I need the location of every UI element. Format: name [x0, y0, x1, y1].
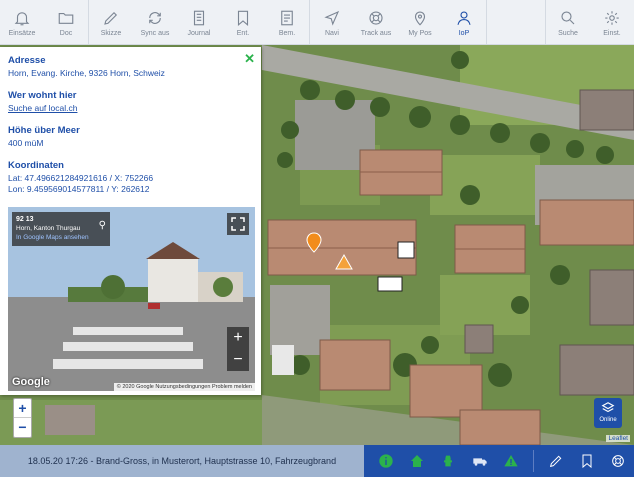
- journal-icon: [193, 10, 205, 26]
- tab-journal[interactable]: Journal: [177, 0, 221, 44]
- toolbar-group-nav: Navi Track aus My Pos IoP: [310, 0, 487, 44]
- street-view-subtitle: Horn, Kanton Thurgau: [16, 225, 81, 232]
- lifebuoy-icon: [369, 11, 383, 25]
- map-zoom-control: + −: [13, 398, 32, 438]
- coordinates-title: Koordinaten: [8, 160, 64, 171]
- map-zoom-in-button[interactable]: +: [14, 399, 31, 418]
- tab-label: Skizze: [100, 30, 122, 37]
- altitude-title: Höhe über Meer: [8, 125, 80, 136]
- building-button[interactable]: [401, 445, 432, 477]
- action-separator: [532, 450, 534, 472]
- home-icon: [410, 455, 423, 467]
- hydrant-button[interactable]: [433, 445, 464, 477]
- tab-ent[interactable]: Ent.: [221, 0, 265, 44]
- street-view-credits[interactable]: © 2020 Google Nutzungsbedingungen Proble…: [113, 383, 255, 391]
- toolbar-group-docs: Einsätze Doc: [0, 0, 89, 44]
- tab-label: Bem.: [278, 30, 296, 37]
- tab-sync[interactable]: Sync aus: [133, 0, 177, 44]
- tab-doc[interactable]: Doc: [44, 0, 88, 44]
- location-info-panel: ✕ Adresse Horn, Evang. Kirche, 9326 Horn…: [0, 47, 261, 395]
- address-title: Adresse: [8, 55, 46, 66]
- bookmark-icon: [582, 454, 592, 469]
- layer-label: Online: [599, 417, 617, 423]
- tab-navi[interactable]: Navi: [310, 0, 354, 44]
- action-bar: [364, 445, 634, 477]
- toolbar-group-settings: Suche Einst.: [545, 0, 634, 44]
- tab-label: Navi: [324, 30, 339, 37]
- tab-label: Doc: [59, 30, 73, 37]
- tab-label: Ent.: [236, 30, 250, 37]
- tab-mypos[interactable]: My Pos: [398, 0, 442, 44]
- tab-skizze[interactable]: Skizze: [89, 0, 133, 44]
- draw-button[interactable]: [540, 445, 571, 477]
- tab-label: IoP: [458, 30, 470, 37]
- layer-switch-button[interactable]: Online: [594, 398, 622, 428]
- tab-label: Track aus: [360, 30, 392, 37]
- gear-icon: [605, 11, 619, 25]
- tab-label: Suche: [558, 30, 578, 37]
- vehicle-button[interactable]: [464, 445, 495, 477]
- incident-status-bar[interactable]: 18.05.20 17:26 - Brand-Gross, in Mustero…: [0, 445, 364, 477]
- fullscreen-button[interactable]: [227, 213, 249, 235]
- layers-icon: [601, 402, 615, 413]
- bookmark-button[interactable]: [571, 445, 602, 477]
- info-button[interactable]: [370, 445, 401, 477]
- top-toolbar: Einsätze Doc Skizze Sync aus Journal Ent…: [0, 0, 634, 45]
- fullscreen-icon: [231, 217, 245, 231]
- coordinates-lat: Lat: 47.496621284921616 / X: 752266: [8, 173, 154, 183]
- residents-title: Wer wohnt hier: [8, 90, 77, 101]
- warning-icon: [504, 455, 518, 467]
- note-icon: [281, 10, 293, 26]
- tab-label: Einsätze: [8, 30, 36, 37]
- map-attribution[interactable]: Leaflet: [606, 435, 630, 442]
- tab-label: My Pos: [408, 30, 432, 37]
- pencil-icon: [104, 11, 118, 25]
- navigation-icon: [324, 10, 340, 26]
- toolbar-group-tools: Skizze Sync aus Journal Ent. Bem.: [89, 0, 310, 44]
- sync-icon: [149, 12, 161, 24]
- close-panel-button[interactable]: ✕: [244, 51, 255, 67]
- tab-iop[interactable]: IoP: [442, 0, 486, 44]
- tab-einsaetze[interactable]: Einsätze: [0, 0, 44, 44]
- address-text: Horn, Evang. Kirche, 9326 Horn, Schweiz: [8, 68, 165, 78]
- location-pin-icon: ⚲: [98, 220, 106, 231]
- hazard-button[interactable]: [495, 445, 526, 477]
- tab-label: Einst.: [603, 30, 621, 37]
- open-in-google-maps-link[interactable]: In Google Maps ansehen: [16, 233, 106, 242]
- hydrant-icon: [444, 455, 453, 467]
- search-icon: [561, 11, 575, 25]
- pencil-icon: [549, 455, 561, 468]
- folder-icon: [58, 12, 74, 24]
- tab-einst[interactable]: Einst.: [590, 0, 634, 44]
- google-logo: Google: [12, 376, 50, 388]
- tab-suche[interactable]: Suche: [546, 0, 590, 44]
- truck-icon: [473, 458, 487, 466]
- person-icon: [457, 11, 471, 25]
- street-view-zoom-in[interactable]: +: [227, 327, 249, 349]
- bell-icon: [14, 12, 30, 26]
- coordinates-lon: Lon: 9.459569014577811 / Y: 262612: [8, 184, 150, 194]
- lifebuoy-icon: [612, 455, 625, 467]
- street-view-zoom-control: + −: [227, 327, 249, 371]
- street-view-info-card: 92 13 Horn, Kanton Thurgau In Google Map…: [12, 212, 110, 246]
- residents-search-link[interactable]: Suche auf local.ch: [8, 103, 77, 113]
- street-view-zoom-out[interactable]: −: [227, 349, 249, 371]
- rescue-button[interactable]: [603, 445, 634, 477]
- altitude-text: 400 müM: [8, 138, 44, 148]
- info-icon: [378, 454, 393, 468]
- tab-label: Journal: [187, 30, 211, 37]
- tab-track[interactable]: Track aus: [354, 0, 398, 44]
- street-view-image[interactable]: 92 13 Horn, Kanton Thurgau In Google Map…: [8, 207, 255, 391]
- incident-status-text: 18.05.20 17:26 - Brand-Gross, in Mustero…: [27, 456, 337, 466]
- street-view-title: 92 13: [16, 216, 34, 223]
- tab-label: Sync aus: [140, 30, 170, 37]
- bookmark-icon: [237, 10, 249, 26]
- location-pin-icon: [414, 11, 426, 26]
- tab-bem[interactable]: Bem.: [265, 0, 309, 44]
- map-zoom-out-button[interactable]: −: [14, 418, 31, 437]
